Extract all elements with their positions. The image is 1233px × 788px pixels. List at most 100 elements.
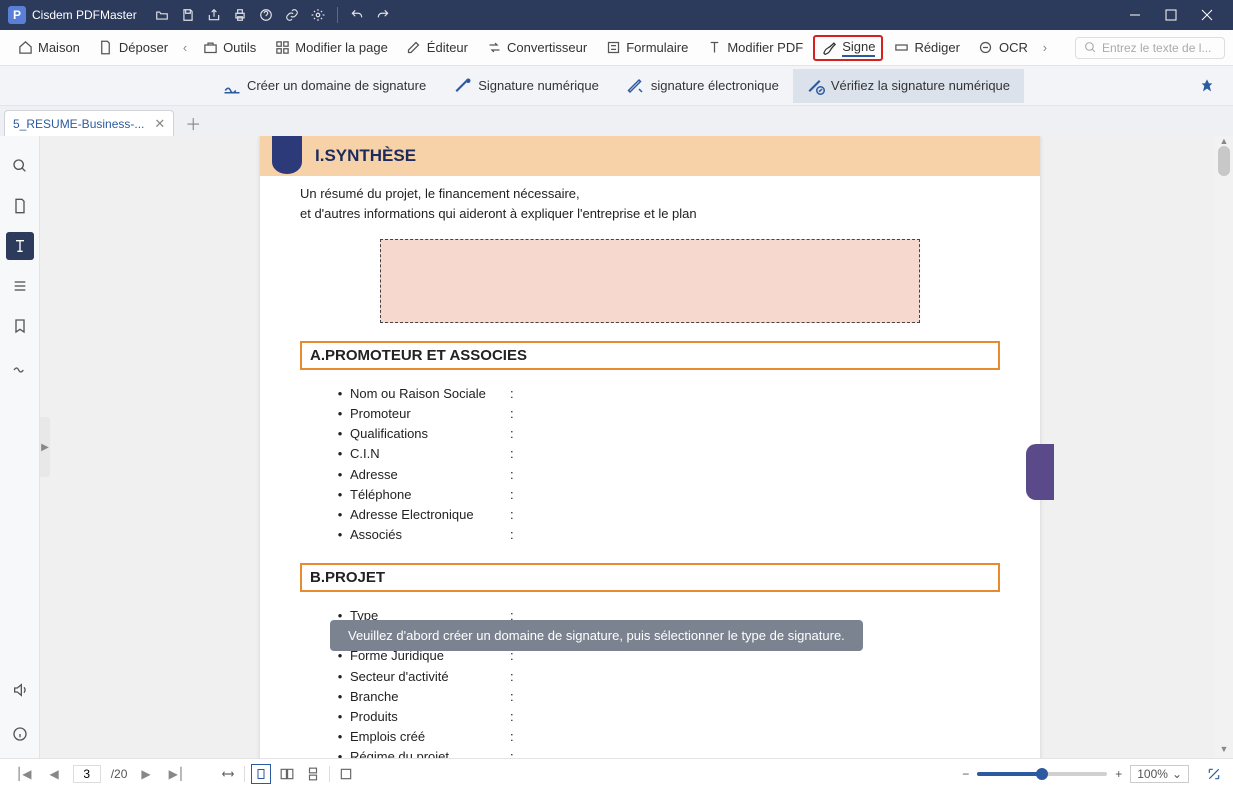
- scroll-down-icon[interactable]: ▼: [1215, 744, 1233, 758]
- form-button[interactable]: Formulaire: [597, 36, 696, 60]
- tab-close-icon[interactable]: ✕: [154, 116, 165, 132]
- vertical-scrollbar[interactable]: ▲ ▼: [1215, 136, 1233, 758]
- text-icon: [706, 40, 722, 56]
- redact-button[interactable]: Rédiger: [885, 36, 968, 60]
- side-tab-handle[interactable]: [1026, 444, 1054, 500]
- section-a-heading: A.PROMOTEUR ET ASSOCIES: [300, 341, 1000, 370]
- document-canvas[interactable]: ▶ ◀ I.SYNTHÈSE Un résumé du projet, le f…: [40, 136, 1233, 758]
- field-row: •Produits:: [330, 707, 1000, 727]
- bullet: •: [330, 747, 350, 758]
- signature-field[interactable]: [380, 239, 920, 323]
- next-page-button[interactable]: ▶: [137, 765, 154, 783]
- ocr-button[interactable]: OCR: [970, 36, 1036, 60]
- outline-panel-icon[interactable]: [6, 272, 34, 300]
- work-area: ▶ ◀ I.SYNTHÈSE Un résumé du projet, le f…: [0, 136, 1233, 758]
- maximize-button[interactable]: [1153, 0, 1189, 30]
- file-icon: [98, 40, 114, 56]
- field-colon: :: [510, 525, 514, 545]
- home-button[interactable]: Maison: [9, 36, 88, 60]
- electronic-signature-button[interactable]: signature électronique: [613, 69, 793, 103]
- field-row: •Qualifications:: [330, 424, 1000, 444]
- text-panel-icon[interactable]: [6, 232, 34, 260]
- bullet: •: [330, 444, 350, 464]
- single-page-icon[interactable]: [251, 764, 271, 784]
- link-icon[interactable]: [281, 4, 303, 26]
- scrollbar-thumb[interactable]: [1218, 146, 1230, 176]
- field-row: •Promoteur:: [330, 404, 1000, 424]
- bookmark-panel-icon[interactable]: [6, 312, 34, 340]
- two-page-icon[interactable]: [277, 764, 297, 784]
- zoom-slider[interactable]: [977, 772, 1107, 776]
- section-title: I.SYNTHÈSE: [315, 146, 1040, 166]
- sound-icon[interactable]: [6, 676, 34, 704]
- settings-icon[interactable]: [307, 4, 329, 26]
- print-icon[interactable]: [229, 4, 251, 26]
- bullet: •: [330, 667, 350, 687]
- status-bar: ⎮◀ ◀ /20 ▶ ▶⎮ − + 100%⌄: [0, 758, 1233, 788]
- bullet: •: [330, 525, 350, 545]
- share-icon[interactable]: [203, 4, 225, 26]
- pen-icon: [821, 40, 837, 56]
- first-page-button[interactable]: ⎮◀: [12, 765, 35, 783]
- grid-icon: [274, 40, 290, 56]
- page-number-input[interactable]: [73, 765, 101, 783]
- page-panel-icon[interactable]: [6, 192, 34, 220]
- field-row: •Nom ou Raison Sociale:: [330, 384, 1000, 404]
- undo-icon[interactable]: [346, 4, 368, 26]
- continuous-icon[interactable]: [303, 764, 323, 784]
- modify-pdf-button[interactable]: Modifier PDF: [698, 36, 811, 60]
- document-tab[interactable]: 5_RESUME-Business-... ✕: [4, 110, 174, 136]
- bullet: •: [330, 727, 350, 747]
- reading-mode-icon[interactable]: [336, 764, 356, 784]
- document-tab-bar: 5_RESUME-Business-... ✕ ＋: [0, 106, 1233, 136]
- separator: [244, 766, 245, 782]
- converter-button[interactable]: Convertisseur: [478, 36, 595, 60]
- fit-width-icon[interactable]: [218, 764, 238, 784]
- deposit-button[interactable]: Déposer: [90, 36, 176, 60]
- close-button[interactable]: [1189, 0, 1225, 30]
- field-label: Branche: [350, 687, 510, 707]
- zoom-level-select[interactable]: 100%⌄: [1130, 765, 1189, 783]
- search-input[interactable]: Entrez le texte de l...: [1075, 37, 1225, 59]
- field-label: Secteur d'activité: [350, 667, 510, 687]
- left-sidebar: [0, 136, 40, 758]
- field-row: •Adresse:: [330, 465, 1000, 485]
- create-signature-field-button[interactable]: Créer un domaine de signature: [209, 69, 440, 103]
- sign-button[interactable]: Signe: [813, 35, 883, 61]
- modify-page-button[interactable]: Modifier la page: [266, 36, 396, 60]
- prev-page-button[interactable]: ◀: [45, 765, 62, 783]
- field-label: Nom ou Raison Sociale: [350, 384, 510, 404]
- chevron-down-icon: ⌄: [1172, 767, 1182, 781]
- fullscreen-icon[interactable]: [1207, 767, 1221, 781]
- chevron-right-icon[interactable]: ›: [1037, 40, 1053, 55]
- save-icon[interactable]: [177, 4, 199, 26]
- tools-button[interactable]: Outils: [194, 36, 264, 60]
- help-icon[interactable]: [255, 4, 277, 26]
- tab-label: 5_RESUME-Business-...: [13, 117, 144, 131]
- digital-signature-button[interactable]: Signature numérique: [440, 69, 613, 103]
- minimize-button[interactable]: [1117, 0, 1153, 30]
- field-row: •Secteur d'activité:: [330, 667, 1000, 687]
- signature-panel-icon[interactable]: [6, 352, 34, 380]
- add-tab-button[interactable]: ＋: [180, 110, 206, 136]
- redo-icon[interactable]: [372, 4, 394, 26]
- editor-button[interactable]: Éditeur: [398, 36, 476, 60]
- app-title: Cisdem PDFMaster: [32, 8, 137, 22]
- zoom-in-button[interactable]: +: [1115, 767, 1122, 781]
- left-collapse-handle[interactable]: ▶: [40, 417, 50, 477]
- field-colon: :: [510, 505, 514, 525]
- info-icon[interactable]: [6, 720, 34, 748]
- chevron-left-icon[interactable]: ‹: [177, 40, 193, 55]
- open-icon[interactable]: [151, 4, 173, 26]
- field-colon: :: [510, 747, 514, 758]
- field-label: Adresse Electronique: [350, 505, 510, 525]
- last-page-button[interactable]: ▶⎮: [165, 765, 188, 783]
- field-colon: :: [510, 424, 514, 444]
- search-panel-icon[interactable]: [6, 152, 34, 180]
- pin-icon[interactable]: [1199, 78, 1215, 94]
- verify-signature-button[interactable]: Vérifiez la signature numérique: [793, 69, 1024, 103]
- zoom-out-button[interactable]: −: [962, 767, 969, 781]
- field-row: •Adresse Electronique:: [330, 505, 1000, 525]
- zoom-controls: − + 100%⌄: [962, 765, 1221, 783]
- convert-icon: [486, 40, 502, 56]
